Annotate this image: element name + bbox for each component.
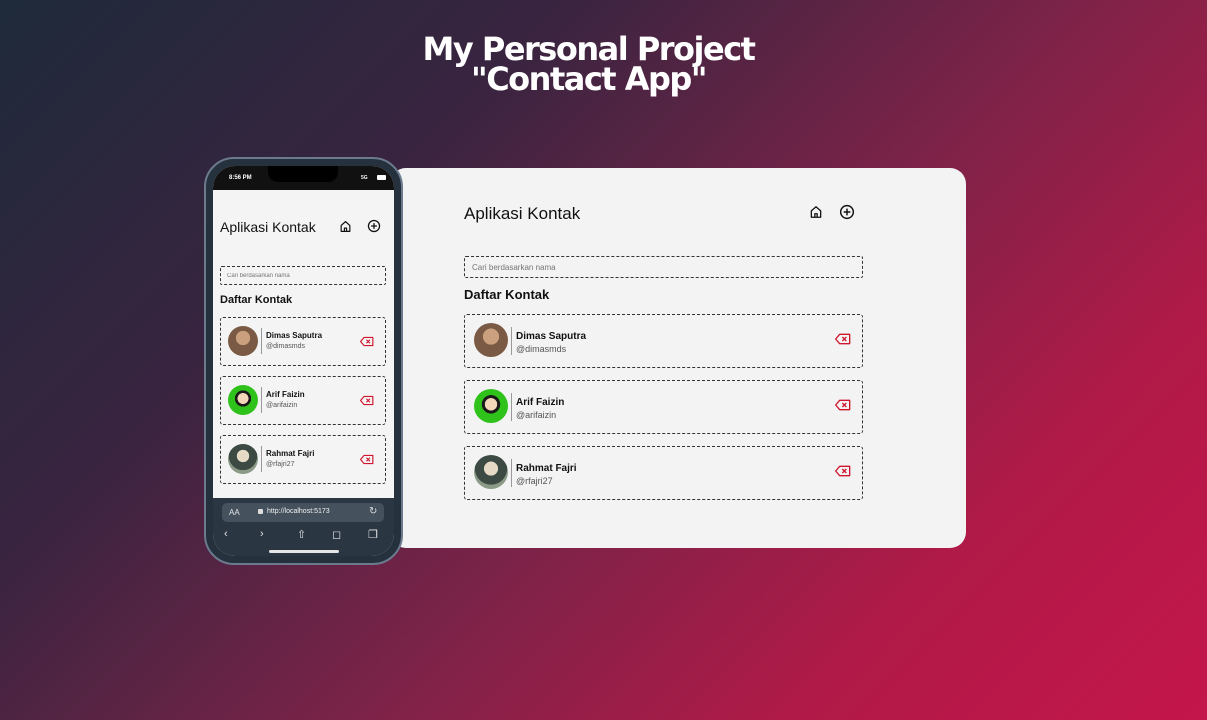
- delete-contact-icon[interactable]: [360, 452, 374, 470]
- divider: [511, 459, 512, 487]
- contact-name: Arif Faizin: [266, 390, 305, 399]
- delete-contact-icon[interactable]: [835, 332, 851, 350]
- battery-icon: [377, 175, 386, 180]
- phone-notch: [268, 166, 338, 182]
- contact-card: Dimas Saputra @dimasmds: [464, 314, 863, 368]
- contact-name: Rahmat Fajri: [516, 463, 577, 474]
- contact-avatar: [228, 326, 258, 356]
- address-bar[interactable]: AA http://localhost:5173 ↻: [222, 503, 384, 522]
- divider: [511, 327, 512, 355]
- desktop-app-window: Aplikasi Kontak Daftar Kontak Dimas Sapu…: [390, 168, 966, 548]
- contact-name: Rahmat Fajri: [266, 449, 315, 458]
- contact-username: @rfajri27: [266, 461, 295, 468]
- contact-name: Dimas Saputra: [266, 331, 323, 340]
- home-icon[interactable]: [809, 205, 823, 224]
- browser-toolbar: AA http://localhost:5173 ↻ ‹ › ⇧ ◻ ❐: [213, 498, 394, 556]
- tabs-icon[interactable]: ❐: [368, 528, 378, 541]
- contact-avatar: [474, 389, 508, 423]
- delete-contact-icon[interactable]: [835, 464, 851, 482]
- contact-username: @dimasmds: [516, 344, 567, 354]
- phone-mockup: 8:56 PM 5G Aplikasi Kontak Daftar Kontak…: [204, 157, 403, 565]
- reload-icon[interactable]: ↻: [369, 506, 377, 517]
- contact-name: Arif Faizin: [516, 397, 565, 408]
- phone-screen: 8:56 PM 5G Aplikasi Kontak Daftar Kontak…: [213, 166, 394, 556]
- contact-card: Arif Faizin @arifaizin: [220, 376, 386, 425]
- home-icon[interactable]: [339, 220, 352, 238]
- reader-aa-button[interactable]: AA: [229, 508, 240, 517]
- search-input[interactable]: [464, 256, 863, 278]
- contact-avatar: [228, 385, 258, 415]
- contact-list-title: Daftar Kontak: [220, 294, 293, 306]
- contact-card: Rahmat Fajri @rfajri27: [220, 435, 386, 484]
- delete-contact-icon[interactable]: [360, 334, 374, 352]
- app-title: Aplikasi Kontak: [220, 219, 316, 235]
- app-title: Aplikasi Kontak: [464, 204, 581, 223]
- forward-icon[interactable]: ›: [260, 528, 264, 540]
- lock-icon: [258, 509, 263, 514]
- divider: [261, 446, 262, 472]
- contact-card: Rahmat Fajri @rfajri27: [464, 446, 863, 500]
- contact-avatar: [474, 455, 508, 489]
- back-icon[interactable]: ‹: [224, 528, 228, 540]
- divider: [511, 393, 512, 421]
- delete-contact-icon[interactable]: [360, 393, 374, 411]
- headline-line-2: "Contact App": [471, 60, 707, 98]
- delete-contact-icon[interactable]: [835, 398, 851, 416]
- browser-nav-icons: ‹ › ⇧ ◻ ❐: [213, 528, 394, 544]
- contact-username: @dimasmds: [266, 343, 306, 350]
- divider: [261, 387, 262, 413]
- contact-username: @rfajri27: [516, 476, 553, 486]
- contact-list-title: Daftar Kontak: [464, 287, 550, 302]
- signal-label: 5G: [361, 175, 368, 181]
- contact-avatar: [228, 444, 258, 474]
- divider: [261, 328, 262, 354]
- add-contact-icon[interactable]: [839, 204, 855, 225]
- contact-card: Arif Faizin @arifaizin: [464, 380, 863, 434]
- url-text: http://localhost:5173: [267, 508, 330, 515]
- bookmarks-icon[interactable]: ◻: [332, 528, 341, 541]
- home-indicator: [269, 550, 339, 553]
- status-time: 8:56 PM: [229, 175, 252, 181]
- contact-username: @arifaizin: [516, 410, 557, 420]
- search-input[interactable]: [220, 266, 386, 285]
- contact-username: @arifaizin: [266, 402, 298, 409]
- contact-name: Dimas Saputra: [516, 331, 587, 342]
- headline: My Personal Project "Contact App": [0, 33, 1177, 98]
- contact-avatar: [474, 323, 508, 357]
- contact-card: Dimas Saputra @dimasmds: [220, 317, 386, 366]
- add-contact-icon[interactable]: [367, 219, 381, 238]
- share-icon[interactable]: ⇧: [297, 528, 306, 541]
